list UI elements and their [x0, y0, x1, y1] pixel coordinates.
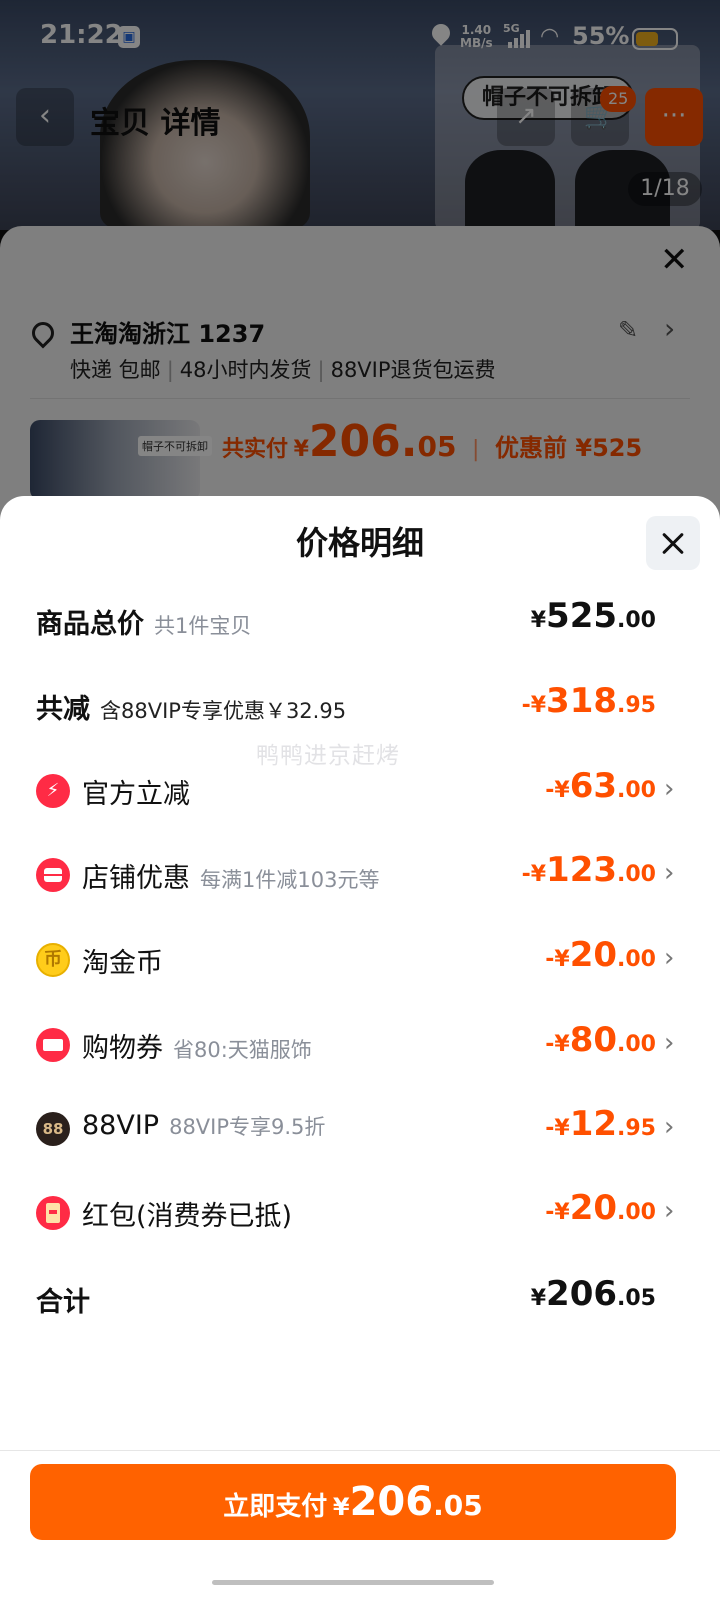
chevron-right-icon[interactable]: ›: [664, 858, 674, 888]
row-amount: -¥20.00: [545, 935, 656, 975]
row-label: 淘金币: [82, 948, 163, 979]
row-total: 合计 ¥206.05: [0, 1272, 720, 1328]
home-indicator[interactable]: [212, 1580, 494, 1585]
row-official-discount[interactable]: ⚡ 官方立减 -¥63.00 ›: [0, 764, 720, 820]
bolt-icon: ⚡: [36, 774, 70, 808]
row-amount: -¥318.95: [521, 681, 656, 721]
pay-int: 206: [349, 1479, 434, 1525]
chevron-right-icon[interactable]: ›: [664, 1028, 674, 1058]
shop-icon: [36, 858, 70, 892]
pay-dec: .05: [433, 1489, 483, 1522]
chevron-right-icon[interactable]: ›: [664, 774, 674, 804]
pay-label: 立即支付: [223, 1492, 328, 1522]
row-label: 合计: [36, 1287, 90, 1318]
row-amount: -¥12.95: [545, 1104, 656, 1144]
row-amount: -¥20.00: [545, 1188, 656, 1228]
row-label: 官方立减: [82, 779, 190, 810]
row-amount: -¥80.00: [545, 1020, 656, 1060]
sheet-title: 价格明细: [295, 524, 424, 562]
row-label: 共减 含88VIP专享优惠￥32.95: [36, 694, 347, 725]
row-label: 购物券 省80:天猫服饰: [82, 1033, 312, 1064]
pay-now-button[interactable]: 立即支付 ¥206.05: [30, 1464, 676, 1540]
close-button[interactable]: [646, 516, 700, 570]
row-total-discount: 共减 含88VIP专享优惠￥32.95 -¥318.95: [0, 679, 720, 735]
row-desc: 省80:天猫服饰: [173, 1038, 312, 1062]
row-label: 商品总价 共1件宝贝: [36, 609, 252, 640]
row-desc: 每满1件减103元等: [200, 868, 380, 892]
row-subtotal: 商品总价 共1件宝贝 ¥525.00: [0, 594, 720, 650]
row-taojinbi[interactable]: 币 淘金币 -¥20.00 ›: [0, 933, 720, 989]
row-red-packet[interactable]: 红包(消费券已抵) -¥20.00 ›: [0, 1186, 720, 1242]
row-amount: -¥63.00: [545, 766, 656, 806]
row-amount: ¥525.00: [530, 596, 656, 636]
divider: [0, 1450, 720, 1451]
row-amount: -¥123.00: [521, 850, 656, 890]
coin-icon: 币: [36, 943, 70, 977]
row-label: 88VIP 88VIP专享9.5折: [82, 1110, 326, 1141]
chevron-right-icon[interactable]: ›: [664, 1196, 674, 1226]
row-label: 店铺优惠 每满1件减103元等: [82, 863, 380, 894]
price-detail-sheet: 价格明细 鸭鸭进京赶烤 商品总价 共1件宝贝 ¥525.00 共减 含88VIP专享…: [0, 496, 720, 1600]
row-desc: 含88VIP专享优惠￥32.95: [100, 699, 347, 723]
pay-currency: ¥: [332, 1493, 350, 1521]
coupon-icon: [36, 1028, 70, 1062]
row-shopping-coupon[interactable]: 购物券 省80:天猫服饰 -¥80.00 ›: [0, 1018, 720, 1074]
chevron-right-icon[interactable]: ›: [664, 1112, 674, 1142]
row-amount: ¥206.05: [530, 1274, 656, 1314]
chevron-right-icon[interactable]: ›: [664, 943, 674, 973]
row-desc: 88VIP专享9.5折: [169, 1115, 326, 1139]
row-88vip[interactable]: 88 88VIP 88VIP专享9.5折 -¥12.95 ›: [0, 1102, 720, 1158]
vip88-icon: 88: [36, 1112, 70, 1146]
row-shop-discount[interactable]: 店铺优惠 每满1件减103元等 -¥123.00 ›: [0, 848, 720, 904]
red-packet-icon: [36, 1196, 70, 1230]
row-label: 红包(消费券已抵): [82, 1201, 293, 1232]
row-desc: 共1件宝贝: [154, 614, 252, 638]
